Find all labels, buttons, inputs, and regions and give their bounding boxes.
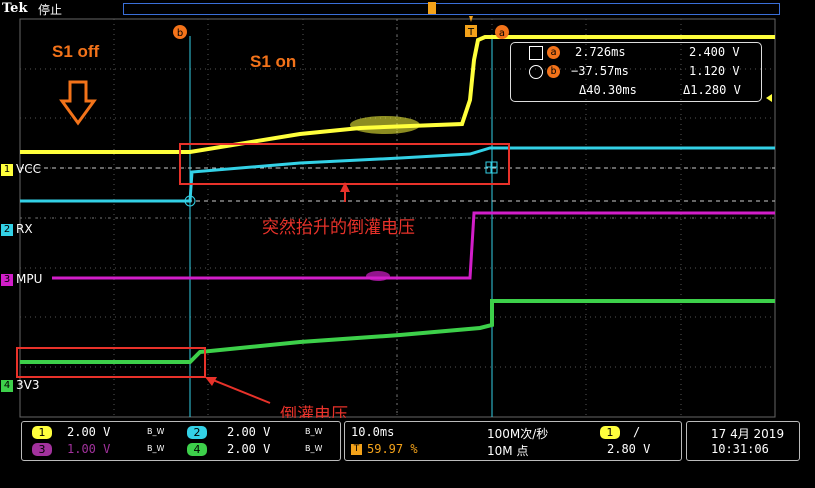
oscilloscope-screen: Tek 停止 b a T 1 VCC 2 RX 3 MPU 4 3V3 a 2.…: [0, 0, 815, 488]
cursor-a-volt: 2.400 V: [689, 45, 740, 59]
datetime-panel: 17 4月 2019 10:31:06: [686, 421, 800, 461]
svg-text:a: a: [499, 28, 505, 39]
backflow-arrow: [207, 377, 271, 404]
ch3-scale-badge: 3: [32, 443, 52, 456]
delta-time: Δ40.30ms: [579, 83, 637, 97]
ch1-scale: 2.00 V: [67, 425, 111, 439]
cursor-a-square-icon: [529, 46, 543, 60]
svg-text:T: T: [467, 27, 475, 38]
delta-volt: Δ1.280 V: [683, 83, 741, 97]
sample-rate: 100M次/秒: [487, 427, 549, 441]
cursor-b-badge: b: [547, 65, 560, 78]
ch2-scale-badge: 2: [187, 426, 207, 439]
trigger-position-value: 59.97 %: [367, 442, 418, 456]
record-length: 10M 点: [487, 444, 529, 458]
svg-text:b: b: [177, 28, 183, 39]
channel-scale-panel[interactable]: 1 2.00 V B_W 2 2.00 V B_W 3 1.00 V B_W 4…: [21, 421, 341, 461]
annotation-s1-on: S1 on: [250, 52, 297, 71]
mpu-noise: [366, 271, 390, 281]
rise-highlight-box: [179, 143, 510, 185]
trigger-slope-icon: /: [633, 425, 641, 439]
vcc-noise: [350, 116, 420, 134]
date-value: 17 4月 2019: [711, 427, 785, 441]
cursor-b-volt: 1.120 V: [689, 64, 740, 78]
ch1-bw-icon: B_W: [147, 427, 165, 436]
ch3-label[interactable]: 3 MPU: [1, 272, 42, 286]
cursor-a-time: 2.726ms: [575, 45, 626, 59]
trigger-position-icon: T: [351, 444, 362, 455]
ch2-badge: 2: [1, 223, 13, 236]
time-value: 10:31:06: [711, 442, 769, 456]
trigger-level-arrow: [766, 94, 772, 102]
annotation-sudden-rise: 突然抬升的倒灌电压: [262, 218, 415, 237]
trigger-channel-badge: 1: [600, 426, 620, 439]
trigger-level: 2.80 V: [607, 442, 651, 456]
ch4-label[interactable]: 4 3V3: [1, 378, 39, 392]
ch4-bw-icon: B_W: [305, 444, 323, 453]
cursor-b-time: −37.57ms: [571, 64, 629, 78]
annotation-s1-off: S1 off: [52, 42, 100, 61]
cursor-b-circle-icon: [529, 65, 543, 79]
ch3-scale: 1.00 V: [67, 442, 111, 456]
ch4-scale-badge: 4: [187, 443, 207, 456]
ch4-scale: 2.00 V: [227, 442, 271, 456]
ch1-badge: 1: [1, 163, 13, 176]
ch2-label[interactable]: 2 RX: [1, 222, 33, 236]
ch1-label[interactable]: 1 VCC: [1, 162, 41, 176]
cursor-readout-panel: a 2.726ms 2.400 V b −37.57ms 1.120 V Δ40…: [510, 42, 762, 102]
ch4-badge: 4: [1, 379, 13, 392]
down-arrow-icon: [59, 80, 97, 126]
ch3-badge: 3: [1, 273, 13, 286]
ch1-scale-badge: 1: [32, 426, 52, 439]
ch3-bw-icon: B_W: [147, 444, 165, 453]
cursor-a-badge: a: [547, 46, 560, 59]
timebase-trigger-panel[interactable]: 10.0ms T 59.97 % 100M次/秒 10M 点 1 / 2.80 …: [344, 421, 682, 461]
ch2-scale: 2.00 V: [227, 425, 271, 439]
ch2-bw-icon: B_W: [305, 427, 323, 436]
bottom-info-bar: 1 2.00 V B_W 2 2.00 V B_W 3 1.00 V B_W 4…: [0, 418, 815, 488]
timebase-value: 10.0ms: [351, 425, 395, 439]
